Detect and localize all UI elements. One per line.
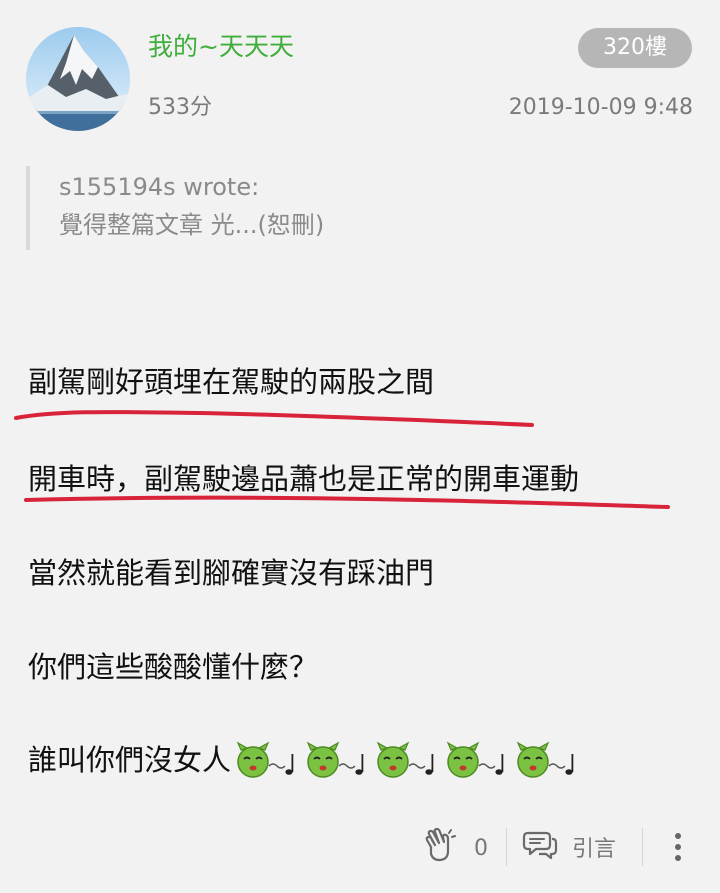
- username-link[interactable]: 我的~天天天: [148, 30, 294, 64]
- forum-post: 我的~天天天 533分 320樓 2019-10-09 9:48 s155194…: [0, 0, 720, 893]
- like-button[interactable]: 0: [422, 827, 488, 869]
- like-count: 0: [474, 835, 488, 861]
- action-divider: [642, 828, 643, 866]
- green-kiss-emoticon-icon: [375, 740, 439, 780]
- green-kiss-emoticon-icon: [515, 740, 579, 780]
- green-kiss-emoticon-icon: [445, 740, 509, 780]
- quoted-reply[interactable]: s155194s wrote: 覺得整篇文章 光...(恕刪): [26, 166, 324, 250]
- floor-number-badge: 320樓: [578, 28, 692, 68]
- quote-label: 引言: [572, 837, 617, 862]
- body-line-5-text: 誰叫你們沒女人: [28, 743, 232, 777]
- speech-bubble-icon: [522, 827, 558, 867]
- post-action-bar: 0 引言: [0, 820, 720, 876]
- body-line-3: 當然就能看到腳確實沒有踩油門: [28, 556, 435, 590]
- quote-button[interactable]: 引言: [522, 827, 616, 867]
- avatar[interactable]: [26, 27, 130, 131]
- more-vertical-icon[interactable]: [668, 830, 688, 866]
- quote-text: 覺得整篇文章 光...(恕刪): [59, 211, 325, 239]
- quote-author: s155194s wrote:: [59, 173, 260, 201]
- body-line-2: 開車時，副駕駛邊品蕭也是正常的開車運動: [28, 462, 580, 496]
- clap-hands-icon: [422, 827, 456, 869]
- green-kiss-emoticon-icon: [235, 740, 299, 780]
- body-line-1: 副駕剛好頭埋在駕駛的兩股之間: [28, 365, 435, 399]
- green-kiss-emoticon-icon: [305, 740, 369, 780]
- post-timestamp: 2019-10-09 9:48: [508, 95, 693, 120]
- action-divider: [506, 828, 507, 866]
- user-score: 533分: [148, 95, 212, 120]
- body-line-4: 你們這些酸酸懂什麼？: [28, 650, 319, 684]
- emoticon-row: [235, 740, 585, 780]
- body-line-5: 誰叫你們沒女人: [28, 740, 585, 780]
